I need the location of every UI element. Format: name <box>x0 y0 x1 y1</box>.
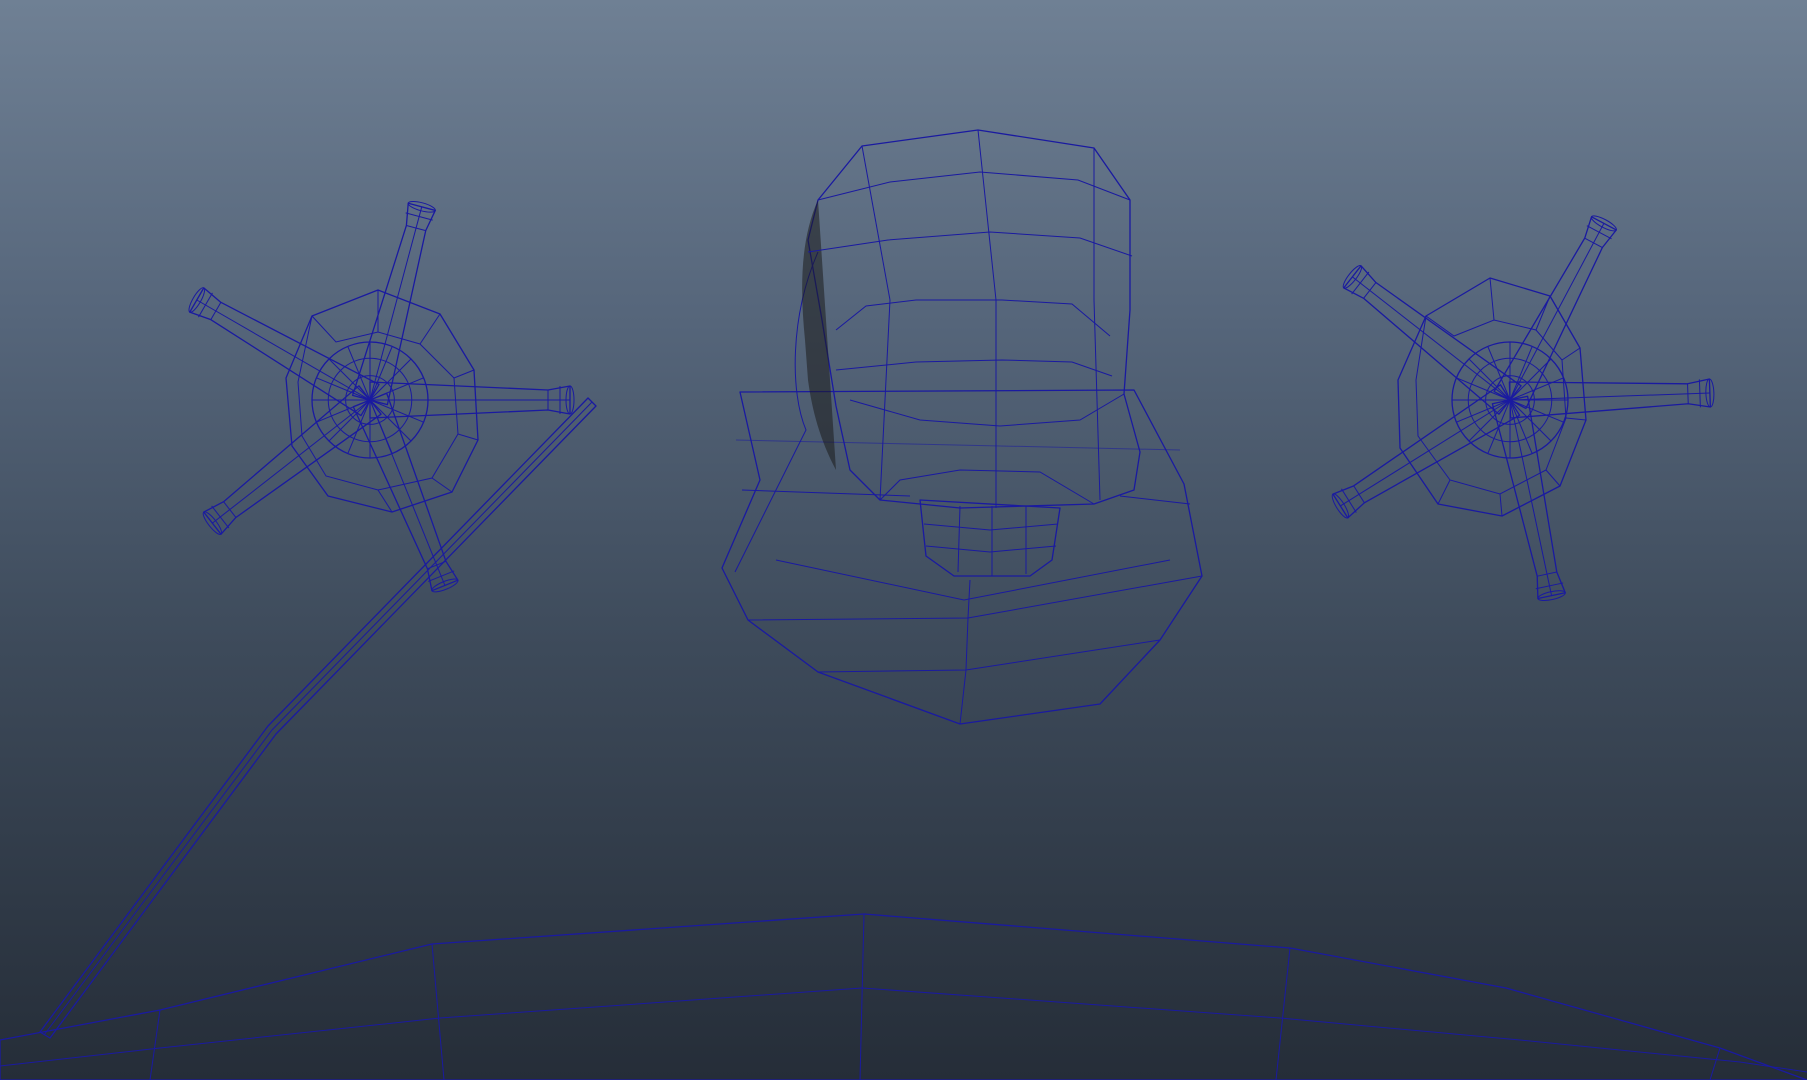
spout-nozzle <box>919 499 1061 577</box>
handle-arm <box>1493 215 1617 410</box>
handle-arm <box>1491 395 1566 602</box>
handle-hub <box>311 341 429 459</box>
handle-right[interactable] <box>1327 211 1715 603</box>
handle-left[interactable] <box>184 198 575 596</box>
maya-viewport[interactable] <box>0 0 1807 1080</box>
spout[interactable] <box>721 129 1203 725</box>
drain-rod[interactable] <box>39 397 597 1039</box>
handle-arm <box>188 287 380 417</box>
spout-base <box>721 389 1203 725</box>
basin[interactable] <box>0 913 1807 1080</box>
viewport-scene[interactable] <box>0 0 1807 1080</box>
handle-arm <box>1508 378 1715 419</box>
handle-hub <box>1451 341 1569 459</box>
